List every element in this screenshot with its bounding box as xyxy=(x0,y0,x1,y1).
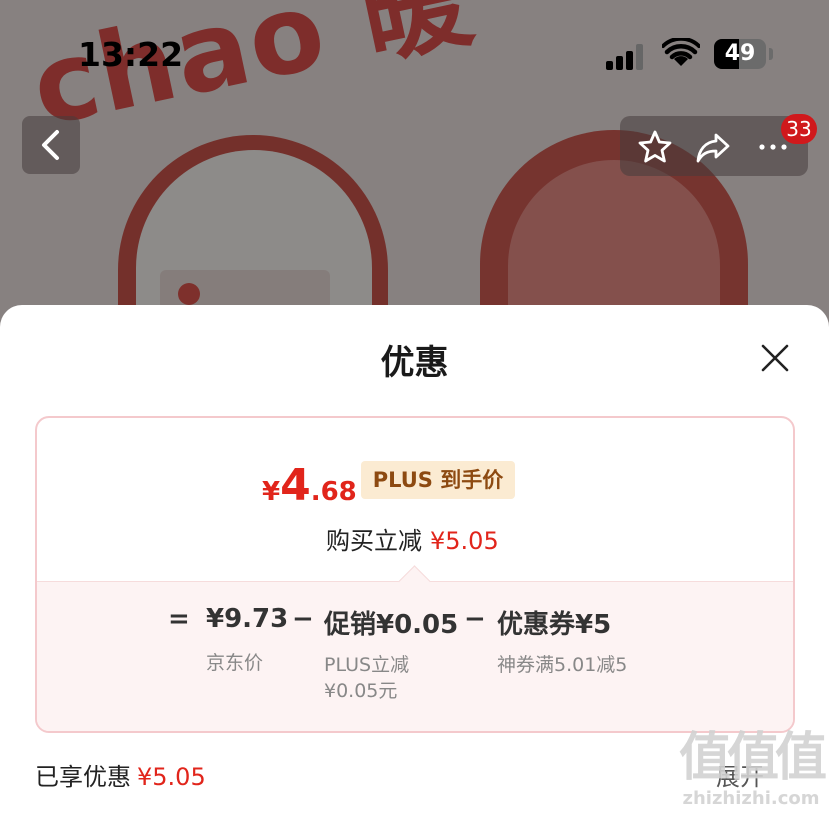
final-price-decimal: .68 xyxy=(310,477,357,507)
final-price-currency: ¥ xyxy=(262,477,281,507)
buy-reduce-label: 购买立减 xyxy=(326,527,422,555)
buy-reduce-amount: ¥5.05 xyxy=(430,527,499,555)
watermark-logo: 值值值 xyxy=(678,728,827,788)
star-icon[interactable] xyxy=(636,128,674,166)
plus-reduce-label: PLUS立减 xyxy=(324,654,410,676)
close-icon[interactable] xyxy=(755,338,795,378)
enjoyed-label: 已享优惠 xyxy=(35,763,131,791)
minus-sign: − xyxy=(464,604,486,634)
final-price-integer: 4 xyxy=(280,460,311,511)
promotion-value: 促销¥0.05 xyxy=(324,610,459,640)
back-button[interactable] xyxy=(22,116,80,174)
status-time: 13:22 xyxy=(78,35,184,74)
minus-sign: − xyxy=(292,604,314,634)
final-price: ¥4.68 xyxy=(262,460,357,511)
wifi-icon xyxy=(662,38,700,66)
coupon-label: 神券满5.01减5 xyxy=(497,654,628,676)
enjoyed-amount: ¥5.05 xyxy=(137,763,206,791)
chevron-left-icon xyxy=(42,130,59,160)
cellular-signal-icon xyxy=(606,44,648,70)
enjoyed-discount-row: 已享优惠 ¥5.05 xyxy=(35,757,206,792)
buy-reduce-row: 购买立减 ¥5.05 xyxy=(326,521,499,556)
top-action-bar xyxy=(620,116,808,176)
battery-icon: 49 xyxy=(714,39,766,69)
sheet-title: 优惠 xyxy=(380,343,449,383)
plus-price-tag: PLUS 到手价 xyxy=(361,461,515,499)
jd-price-value: ¥9.73 xyxy=(206,604,289,634)
plus-reduce-amount: ¥0.05元 xyxy=(324,680,398,702)
share-icon[interactable] xyxy=(694,128,732,166)
screen: chao 暖 13:22 49 33 优惠 ¥4.68 PLUS 到手价 购买立… xyxy=(0,0,829,814)
jd-price-label: 京东价 xyxy=(206,652,264,674)
watermark-url: zhizhizhi.com xyxy=(682,788,820,809)
watermark: 值值值 zhizhizhi.com xyxy=(676,728,827,810)
coupon-value: 优惠券¥5 xyxy=(497,610,612,640)
message-count-badge: 33 xyxy=(781,114,817,144)
battery-tip xyxy=(769,48,773,60)
battery-level: 49 xyxy=(724,41,756,66)
equals-sign: = xyxy=(168,604,190,634)
